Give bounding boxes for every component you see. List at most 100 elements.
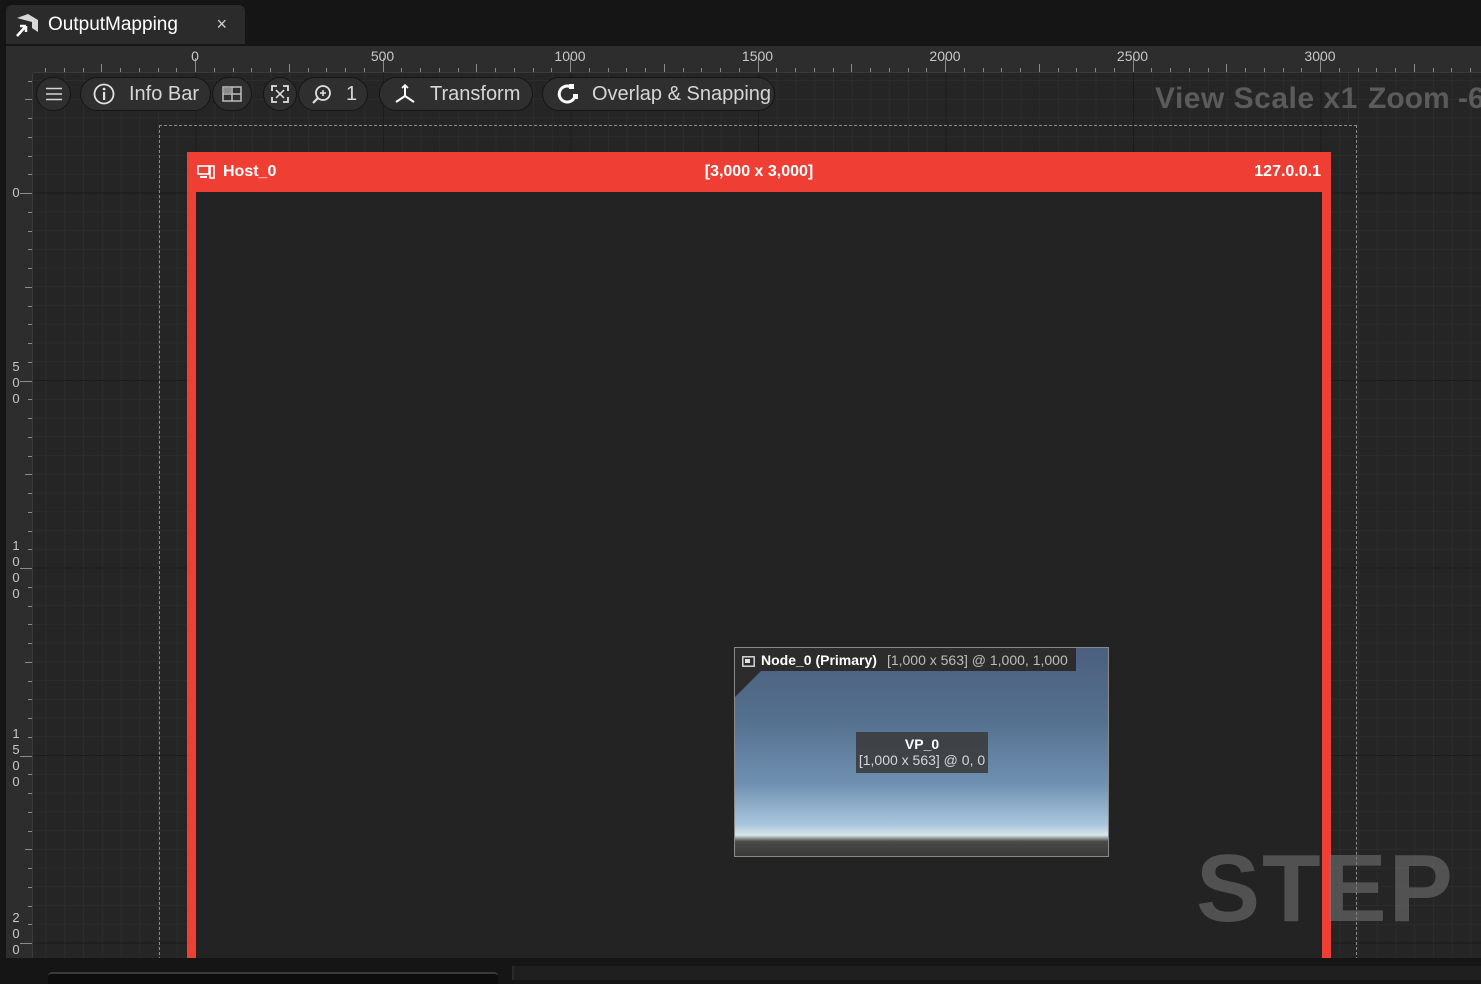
ruler-tick [1207,68,1209,72]
ruler-tick [420,68,421,72]
ruler-label: 1000 [554,48,586,64]
viewport-label[interactable]: VP_0 [1,000 x 563] @ 0, 0 [856,732,988,773]
ruler-tick [1432,68,1434,72]
ruler-tick [232,68,234,72]
close-icon[interactable]: × [216,14,227,35]
ruler-tick [28,211,32,213]
ruler-tick [1170,68,1171,72]
ruler-tick [28,811,32,813]
overlap-snapping-button[interactable]: Overlap & Snapping [542,77,775,111]
ruler-tick [157,68,159,72]
node-box[interactable]: Node_0 (Primary) [1,000 x 563] @ 1,000, … [734,647,1109,857]
ruler-tick [588,68,590,72]
overlap-snapping-label: Overlap & Snapping [592,82,772,105]
ruler-tick [28,736,32,738]
layout-icon [222,86,242,102]
ruler-tick [28,249,32,251]
zoom-button[interactable]: 1 [298,77,368,111]
ruler-label: 500 [12,358,20,406]
host-title-bar[interactable]: Host_0 [3,000 x 3,000] 127.0.0.1 [187,152,1331,192]
ruler-tick [28,830,32,832]
ruler-label: 0 [12,185,20,200]
info-bar-button[interactable]: Info Bar [80,77,211,111]
bottom-panel [512,966,1481,980]
ruler-tick [1338,68,1340,72]
ruler-tick [626,68,628,72]
ruler-tick [1020,68,1021,72]
horizontal-ruler: 0 500 1000 1500 2000 2500 3000 [33,46,1481,73]
ruler-tick [28,886,32,888]
ruler-tick [251,68,253,72]
ruler-label: 0 [191,48,199,64]
ruler-tick [25,286,32,288]
ruler-tick [20,943,32,944]
ruler-tick [926,68,928,72]
ruler-tick [28,605,32,607]
ruler-tick [457,68,459,72]
ruler-tick [25,474,32,476]
transform-button[interactable]: Transform [379,77,533,111]
ruler-tick [851,64,853,72]
ruler-tick [28,643,32,644]
ruler-tick [25,849,32,851]
view-scale-readout: View Scale x1 [1155,82,1358,115]
ruler-tick [326,68,328,72]
bottom-input-field[interactable] [48,972,498,984]
ruler-label: 1500 [741,48,774,64]
ruler-tick [345,68,346,72]
ruler-label: 1000 [12,538,20,601]
node-header[interactable]: Node_0 (Primary) [1,000 x 563] @ 1,000, … [735,648,1076,671]
monitor-icon [197,165,215,179]
ruler-tick [720,68,721,72]
magnet-icon [556,82,580,106]
ruler-tick [28,549,32,551]
ruler-tick [476,64,478,72]
ruler-label: 1500 [12,725,20,789]
ruler-tick [28,436,32,438]
node-corner-handle[interactable] [735,671,761,697]
info-bar-label: Info Bar [129,82,200,105]
ruler-tick [28,868,32,869]
ruler-tick [776,68,778,72]
ruler-tick [907,68,909,72]
ruler-tick [28,80,32,82]
host-box[interactable]: Host_0 [3,000 x 3,000] 127.0.0.1 Node_0 … [187,152,1331,958]
ruler-tick [138,68,140,72]
host-ip-address: 127.0.0.1 [1254,163,1321,180]
menu-button[interactable] [36,77,71,111]
host-name: Host_0 [223,163,277,180]
ruler-tick [307,68,309,72]
ruler-tick [20,755,32,757]
ruler-tick [213,68,215,72]
ruler-tick [963,68,965,72]
ruler-label: 3000 [1304,48,1336,64]
ruler-tick [645,68,646,72]
ruler-tick [1076,68,1078,72]
tab-strip: OutputMapping × [0,0,1481,46]
ruler-tick [28,230,32,232]
fit-view-button[interactable] [263,77,297,111]
app-logo-icon [14,12,40,38]
ruler-tick [288,64,290,72]
ruler-tick [663,64,665,72]
ruler-tick [363,68,365,72]
ruler-tick [795,68,796,72]
layout-button[interactable] [212,77,252,111]
ruler-tick [20,568,32,569]
hamburger-icon [45,87,62,101]
ruler-tick [176,68,178,72]
ruler-tick [28,399,32,401]
mapping-canvas[interactable]: Host_0 [3,000 x 3,000] 127.0.0.1 Node_0 … [33,73,1481,958]
ruler-tick [813,68,815,72]
ruler-tick [1263,68,1265,72]
ruler-tick [82,68,84,72]
ruler-tick [28,680,32,682]
tab-output-mapping[interactable]: OutputMapping × [6,5,245,44]
ruler-tick [1282,68,1284,72]
ruler-tick [28,718,32,719]
ruler-tick [438,68,440,72]
ruler-tick [120,68,121,72]
ruler-tick [1376,68,1378,72]
ruler-tick [1413,64,1415,72]
zoom-in-icon [312,84,332,104]
